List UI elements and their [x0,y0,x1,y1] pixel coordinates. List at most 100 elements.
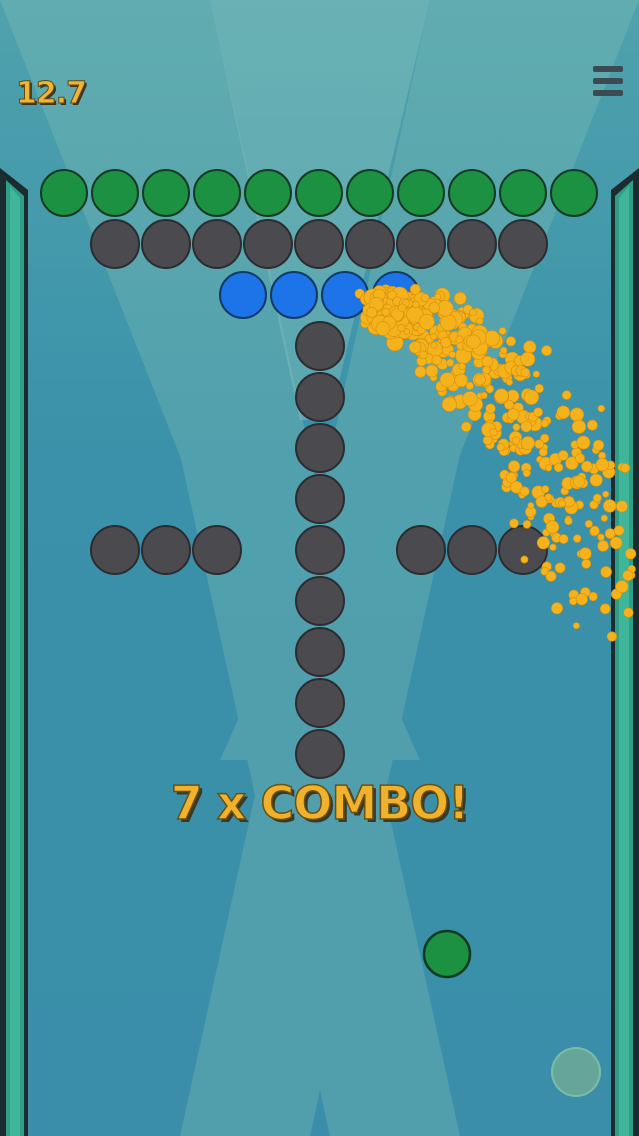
particle [609,536,623,550]
particle [441,396,457,412]
fire-button[interactable] [551,1047,601,1097]
particle [592,439,605,451]
particle [578,547,592,560]
particle [458,362,466,371]
blue-ball [270,271,318,319]
particle [454,373,469,388]
particle [558,534,569,544]
particle [461,421,472,433]
particle [476,317,484,325]
particle [615,500,628,513]
particle [592,493,602,503]
shooter-ball[interactable] [422,929,472,979]
particle [520,436,535,451]
particle [615,580,629,594]
particle [381,307,391,317]
gray-ball [396,219,446,269]
particle [509,518,519,529]
particle [557,450,569,461]
gray-ball [295,729,345,779]
combo-banner: 7 x COMBO! [170,775,470,831]
particle [440,314,457,331]
particle [496,443,505,452]
particle [572,622,580,630]
right-wall [611,168,639,1136]
particle [597,404,605,413]
timer-display: 12.7 [15,76,87,112]
menu-button[interactable] [591,66,625,100]
gray-ball [498,525,548,575]
green-ball [40,169,88,217]
particle [622,569,634,581]
particle [430,341,438,349]
particle [581,558,592,569]
particle [569,596,578,606]
green-ball [448,169,496,217]
particle [522,469,531,478]
particle [481,355,494,368]
particle [572,475,586,488]
particle [604,528,616,539]
green-ball [550,169,598,217]
particle [482,365,491,375]
particle [624,548,637,560]
particle [589,473,603,487]
particle [430,332,438,340]
particle [520,420,533,433]
particle [428,302,440,314]
gray-ball [498,219,548,269]
particle [439,372,455,388]
particle [520,555,529,564]
gray-ball [295,627,345,677]
gray-ball [141,525,191,575]
particle [541,485,550,494]
particle [584,519,593,528]
particle [409,283,421,295]
particle [500,346,508,355]
particle [595,458,609,472]
particle [397,303,407,312]
game-background [0,0,639,1136]
particle [532,370,540,378]
green-ball [499,169,547,217]
particle [538,447,548,457]
left-wall [0,168,28,1136]
particle [520,351,536,367]
particle [446,358,455,367]
gray-ball [243,219,293,269]
particle [575,593,588,606]
particle [544,464,553,472]
particle [480,391,488,400]
particle [541,345,552,356]
gray-ball [295,474,345,524]
green-ball [142,169,190,217]
particle [418,350,428,360]
particle [425,364,439,378]
gray-ball [295,423,345,473]
gray-ball [295,372,345,422]
particle [533,407,543,418]
particle [534,439,545,450]
particle [512,423,521,432]
gray-ball [447,219,497,269]
green-ball [193,169,241,217]
gray-ball [295,525,345,575]
particle [397,323,406,332]
particle [527,502,535,509]
game-screen[interactable]: 12.7 7 x COMBO! [0,0,639,1136]
particle [606,631,618,642]
particle [519,486,530,497]
gray-ball [295,321,345,371]
gray-ball [90,219,140,269]
particle [440,336,452,348]
particle [554,562,566,574]
particle [408,341,422,354]
particle [453,291,467,305]
particle [602,499,617,513]
particle [540,567,549,576]
particle [434,293,442,301]
particle [431,355,442,366]
particle [564,516,573,526]
particle [599,603,611,615]
particle [571,419,587,434]
